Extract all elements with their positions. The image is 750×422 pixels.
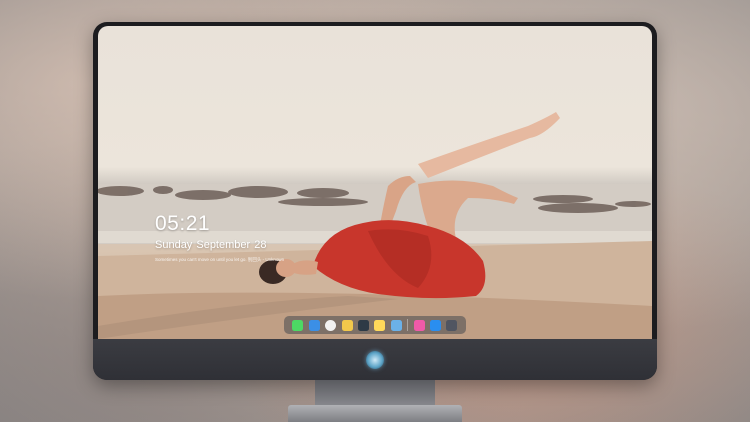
wallpaper-figure — [259, 112, 560, 299]
lock-screen-date: Sunday September 28 — [155, 239, 267, 251]
dock-separator — [407, 319, 409, 331]
lock-screen-quote: Sometimes you can't move on until you le… — [155, 257, 285, 262]
music-icon[interactable] — [413, 319, 425, 331]
notes-board-icon[interactable] — [341, 319, 353, 331]
monitor-stand-neck — [315, 380, 435, 408]
app-store-icon[interactable] — [430, 319, 442, 331]
dock — [284, 316, 466, 334]
messages-icon[interactable] — [292, 319, 304, 331]
files-icon[interactable] — [308, 319, 320, 331]
notes-icon[interactable] — [374, 319, 386, 331]
camera-icon[interactable] — [446, 319, 458, 331]
lock-screen-time: 05:21 — [155, 212, 211, 235]
desktop-screen: 05:21 Sunday September 28 Sometimes you … — [98, 26, 652, 339]
monitor: 05:21 Sunday September 28 Sometimes you … — [93, 22, 657, 380]
preview-icon[interactable] — [390, 319, 402, 331]
safari-icon[interactable] — [325, 319, 337, 331]
video-clapper-icon[interactable] — [358, 319, 370, 331]
brand-logo-icon — [366, 351, 384, 369]
monitor-stand-base — [288, 405, 462, 422]
monitor-chin — [93, 339, 657, 380]
